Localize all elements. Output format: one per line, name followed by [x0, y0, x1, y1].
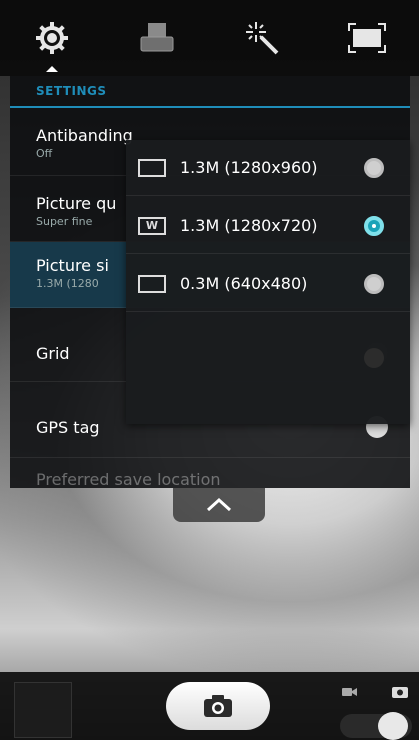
video-camera-icon	[342, 688, 357, 696]
auto-scene-icon[interactable]	[135, 16, 179, 60]
gallery-thumbnail[interactable]	[14, 682, 72, 738]
active-tab-indicator	[46, 66, 59, 72]
camera-bottom-bar	[0, 672, 419, 740]
option-label: 0.3M (640x480)	[180, 274, 308, 293]
option-label: 1.3M (1280x720)	[180, 216, 318, 235]
empty-slot-indicator	[364, 348, 384, 368]
magic-wand-effects-icon[interactable]	[240, 16, 284, 60]
camera-icon	[204, 695, 232, 717]
photo-camera-icon	[392, 687, 408, 698]
picture-size-popup: 1.3M (1280x960) W 1.3M (1280x720) 0.3M (…	[126, 140, 410, 424]
mode-switch-knob[interactable]	[378, 712, 408, 740]
aspect-4-3-icon	[138, 158, 166, 177]
camera-top-bar	[0, 0, 419, 76]
aspect-4-3-icon	[138, 274, 166, 293]
chevron-up-icon	[206, 497, 232, 512]
shutter-button[interactable]	[166, 682, 270, 730]
collapse-settings-button[interactable]	[173, 488, 265, 522]
option-radio[interactable]	[364, 273, 384, 294]
option-label: 1.3M (1280x960)	[180, 158, 318, 177]
picture-size-option[interactable]: 0.3M (640x480)	[126, 256, 410, 312]
fullscreen-frame-icon[interactable]	[345, 16, 389, 60]
settings-header: SETTINGS	[10, 76, 410, 108]
setting-preferred-save-location[interactable]: Preferred save location	[36, 470, 221, 489]
aspect-wide-icon: W	[138, 216, 166, 235]
photo-video-mode-switch[interactable]	[338, 684, 412, 740]
option-radio-selected[interactable]	[364, 215, 384, 236]
settings-gear-icon[interactable]	[30, 16, 74, 72]
option-radio[interactable]	[364, 157, 384, 178]
picture-size-option[interactable]: 1.3M (1280x960)	[126, 140, 410, 196]
picture-size-option[interactable]: W 1.3M (1280x720)	[126, 198, 410, 254]
